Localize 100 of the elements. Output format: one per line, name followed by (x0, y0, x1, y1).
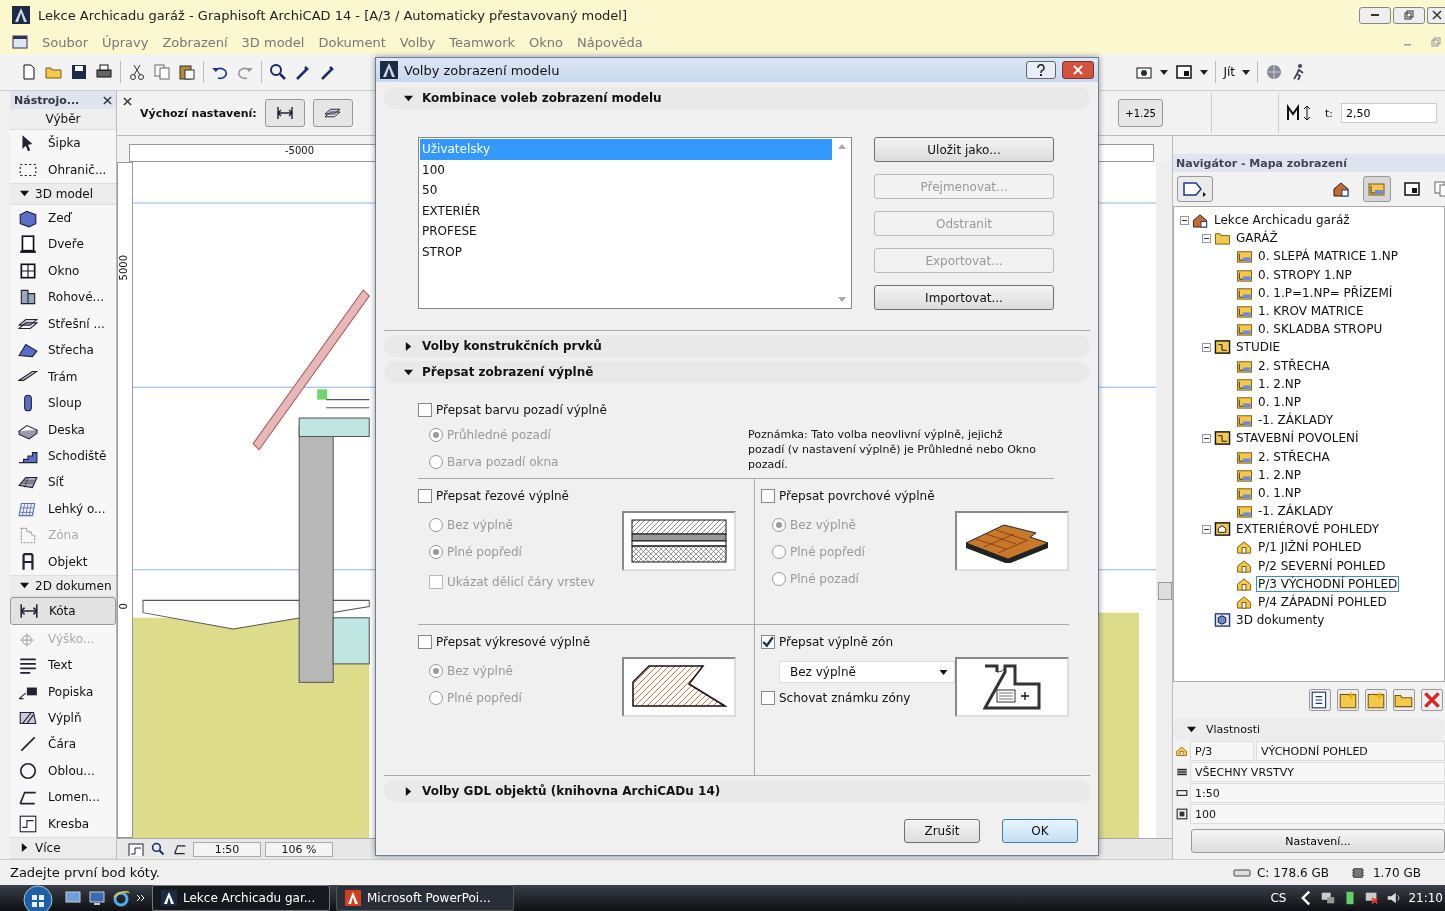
monitor-icon[interactable] (88, 889, 106, 907)
zoom-icon[interactable] (269, 63, 287, 81)
save-icon[interactable] (70, 63, 88, 81)
caret-icon[interactable] (1160, 69, 1169, 75)
tool-item[interactable]: Schodiště (10, 442, 116, 470)
paste-icon[interactable] (178, 63, 196, 81)
menu-item[interactable]: Soubor (42, 34, 88, 50)
tree-item[interactable]: 0. SLEPÁ MATRICE 1.NP (1256, 248, 1400, 265)
checkbox-option[interactable]: Přepsat výkresové výplně (418, 635, 736, 649)
dialog-button[interactable]: OK (1002, 819, 1078, 843)
zoom-field[interactable]: 100 (1190, 804, 1445, 824)
tree-item[interactable]: -1. ZÁKLADY (1256, 412, 1335, 429)
menu-item[interactable]: Dokument (318, 34, 386, 50)
checkbox-option[interactable]: Přepsat výplně zón (761, 635, 1069, 649)
more-icon[interactable] (136, 893, 146, 903)
list-item[interactable]: 50 (420, 180, 832, 201)
menu-item[interactable]: Okno (529, 34, 564, 50)
tool-item[interactable]: Střecha (10, 336, 116, 364)
collapse-toggle-icon[interactable] (1202, 233, 1211, 243)
id-field[interactable]: P/3 (1190, 741, 1254, 761)
new-folder-icon[interactable] (1365, 689, 1387, 711)
tool-group-header[interactable]: Více (10, 837, 116, 859)
tool-item[interactable]: Síť (10, 469, 116, 496)
tree-item[interactable]: P/4 ZÁPADNÍ POHLED (1256, 594, 1389, 611)
tool-item[interactable]: Kresba (10, 810, 116, 837)
network-error-icon[interactable] (1364, 890, 1381, 906)
tool-item[interactable]: Objekt (10, 548, 116, 576)
fill-dropdown[interactable]: Bez výplně (779, 661, 955, 683)
restore-button[interactable] (1393, 6, 1425, 24)
tree-item[interactable]: -1. ZÁKLADY (1256, 503, 1335, 520)
scale-field[interactable]: 1:50 (193, 841, 261, 857)
publish-button[interactable] (1177, 176, 1213, 202)
layer-field[interactable]: VŠECHNY VRSTVY (1190, 762, 1445, 782)
tool-item[interactable]: Kóta (10, 596, 116, 626)
tree-item[interactable]: 2. STŘECHA (1256, 357, 1332, 374)
copy-icon[interactable] (153, 63, 171, 81)
section-header[interactable]: Kombinace voleb zobrazení modelu (384, 87, 1090, 109)
section-header[interactable]: Volby konstrukčních prvků (384, 335, 1090, 357)
minimize-button[interactable] (1359, 6, 1391, 24)
list-item[interactable]: PROFESE (420, 221, 832, 242)
new-view-icon[interactable] (1337, 689, 1359, 711)
name-field[interactable]: VÝCHODNÍ POHLED (1256, 741, 1445, 761)
list-item[interactable]: STROP (420, 241, 832, 262)
tree-item[interactable]: P/2 SEVERNÍ POHLED (1256, 557, 1388, 574)
zoom-icon[interactable] (149, 842, 167, 856)
tool-item[interactable]: Zeď (10, 204, 116, 232)
tool-item[interactable]: Text (10, 651, 116, 679)
expand-arrow-icon[interactable] (1187, 724, 1196, 734)
taskbar-button[interactable]: Microsoft PowerPoi... (336, 885, 514, 911)
scale-field[interactable]: 1:50 (1190, 783, 1445, 803)
dialog-button[interactable]: Importovat... (874, 285, 1054, 310)
collapse-toggle-icon[interactable] (1202, 433, 1211, 443)
checkbox-option[interactable]: Přepsat povrchové výplně (761, 489, 1069, 503)
tool-item[interactable]: Trám (10, 363, 116, 390)
tool-item[interactable]: Dveře (10, 231, 116, 258)
cut-icon[interactable] (128, 63, 146, 81)
new-document-icon[interactable] (20, 63, 38, 81)
scroll-thumb[interactable] (1158, 582, 1172, 600)
help-button[interactable] (1026, 61, 1056, 79)
document-window-icon[interactable] (12, 35, 28, 49)
close-icon[interactable] (103, 95, 112, 105)
tool-item[interactable]: Lomen... (10, 784, 116, 811)
dialog-button[interactable]: Uložit jako... (874, 137, 1054, 162)
checkbox-option[interactable]: Přepsat řezové výplně (418, 489, 736, 503)
dimension-settings-button[interactable] (264, 99, 305, 127)
language-indicator[interactable]: CS (1270, 891, 1287, 905)
zoom-field[interactable]: 106 % (265, 841, 333, 857)
caret-icon[interactable] (1242, 69, 1250, 75)
menu-item[interactable]: Nápověda (577, 34, 643, 50)
close-button[interactable] (1427, 6, 1445, 24)
collapse-toggle-icon[interactable] (1202, 524, 1211, 534)
checkbox-option[interactable]: Přepsat barvu pozadí výplně (418, 403, 708, 417)
tree-item[interactable]: EXTERIÉROVÉ POHLEDY (1234, 521, 1382, 538)
collapse-toggle-icon[interactable] (1202, 342, 1211, 352)
tool-item[interactable]: Šipka (10, 129, 116, 157)
list-item[interactable]: EXTERIÉR (420, 200, 832, 221)
tree-item[interactable]: GARÁŽ (1234, 230, 1280, 247)
folder-icon[interactable] (1393, 689, 1415, 711)
close-icon[interactable] (123, 97, 132, 106)
combination-list[interactable]: Uživatelsky 100 50 EXTERIÉR PROFESE STROP (418, 137, 852, 309)
layout-icon[interactable] (127, 842, 145, 856)
menu-item[interactable]: Teamwork (449, 34, 516, 50)
tool-item[interactable]: Sloup (10, 389, 116, 417)
tool-item[interactable]: Okno (10, 257, 116, 285)
tree-item[interactable]: 1. 2.NP (1256, 375, 1303, 392)
tree-item[interactable]: 0. 1.NP (1256, 484, 1303, 501)
story-view-button[interactable] (1363, 176, 1391, 202)
tool-item[interactable]: Rohové... (10, 284, 116, 311)
tree-item[interactable]: Lekce Archicadu garáž (1212, 212, 1352, 229)
section-header[interactable]: Volby GDL objektů (knihovna ArchiCADu 14) (384, 780, 1090, 802)
print-icon[interactable] (95, 63, 113, 81)
collapse-toggle-icon[interactable] (1180, 215, 1189, 225)
layers-button[interactable] (312, 99, 353, 127)
globe-icon[interactable] (1265, 63, 1283, 81)
panel-icon[interactable] (1175, 63, 1194, 81)
tree-item[interactable]: 3D dokumenty (1234, 612, 1327, 629)
menu-item[interactable]: 3D model (241, 34, 305, 50)
tree-item[interactable]: 2. STŘECHA (1256, 448, 1332, 465)
tree-item[interactable]: P/3 VÝCHODNÍ POHLED (1256, 575, 1400, 592)
tree-item[interactable]: STUDIE (1234, 339, 1283, 356)
